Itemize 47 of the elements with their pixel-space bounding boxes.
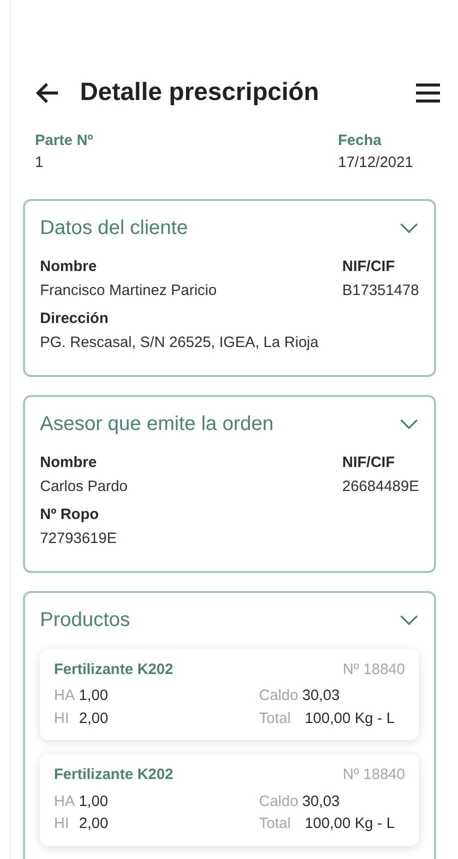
hi-label: HI (54, 814, 69, 834)
caldo-value: 30,03 (302, 792, 340, 812)
field-label: NIF/CIF (342, 256, 395, 276)
section-title: Asesor que emite la orden (40, 412, 274, 436)
field-value: 26684489E (342, 476, 419, 496)
meta-value: 1 (35, 153, 44, 173)
chevron-down-icon[interactable] (399, 614, 419, 626)
meta-label: Fecha (338, 130, 382, 150)
total-label: Total (259, 814, 291, 834)
caldo-value: 30,03 (302, 686, 340, 706)
chevron-down-icon[interactable] (399, 222, 419, 234)
field-value: Carlos Pardo (40, 476, 128, 496)
ha-label: HA (54, 686, 75, 706)
meta-value: 17/12/2021 (338, 153, 414, 173)
ha-value: 1,00 (78, 792, 108, 812)
total-label: Total (259, 708, 291, 728)
caldo-label: Caldo (259, 792, 298, 812)
hi-value: 2,00 (79, 814, 108, 834)
field-value: 72793619E (40, 528, 118, 548)
product-name: Fertilizante K202 (54, 765, 174, 785)
page-title: Detalle prescripción (80, 77, 319, 108)
field-value: Francisco Martinez Paricio (40, 280, 217, 300)
field-label: Dirección (40, 308, 110, 328)
back-arrow-icon[interactable] (36, 82, 60, 104)
chevron-down-icon[interactable] (399, 418, 419, 430)
hi-value: 2,00 (79, 708, 108, 728)
product-number: Nº 18840 (342, 765, 405, 785)
field-value: B17351478 (342, 280, 419, 300)
caldo-label: Caldo (259, 686, 298, 706)
product-name: Fertilizante K202 (54, 660, 174, 680)
field-label: Nº Ropo (40, 504, 100, 524)
field-value: PG. Rescasal, S/N 26525, IGEA, La Rioja (40, 332, 320, 352)
total-value: 100,00 Kg - L (304, 708, 395, 728)
ha-label: HA (54, 792, 75, 812)
section-title: Productos (40, 608, 130, 632)
ha-value: 1,00 (78, 686, 108, 706)
hi-label: HI (54, 708, 69, 728)
total-value: 100,00 Kg - L (304, 814, 395, 834)
product-number: Nº 18840 (342, 660, 405, 680)
field-label: Nombre (40, 452, 98, 472)
section-title: Datos del cliente (40, 216, 188, 240)
product-card[interactable]: Fertilizante K202 Nº 18840 HA 1,00 HI 2,00 Caldo 30,03 Total 100,00 Kg - L (40, 648, 419, 740)
field-label: NIF/CIF (342, 452, 395, 472)
meta-label: Parte Nº (35, 130, 94, 150)
product-card[interactable]: Fertilizante K202 Nº 18840 HA 1,00 HI 2,00 Caldo 30,03 Total 100,00 Kg - L (40, 754, 419, 846)
field-label: Nombre (40, 256, 98, 276)
menu-icon[interactable] (416, 82, 440, 103)
